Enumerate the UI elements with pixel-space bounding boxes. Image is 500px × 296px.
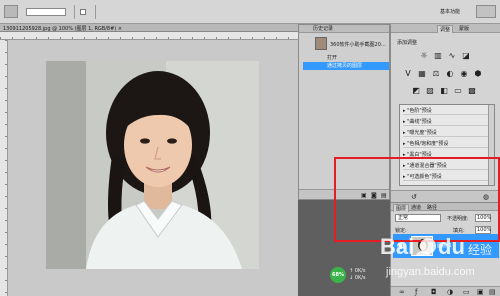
preset-label: "曝光度"预设: [407, 130, 437, 136]
workspace-switcher[interactable]: [476, 5, 496, 18]
tab-adjustments[interactable]: 调整: [437, 25, 454, 33]
selective-color-icon[interactable]: ▩: [467, 86, 477, 96]
posterize-icon[interactable]: ▨: [425, 86, 435, 96]
download-value: 0K/s: [354, 275, 366, 281]
annotation-highlight-box: [334, 157, 500, 242]
adjustments-tab-bar: 调整 蒙版: [391, 24, 500, 33]
tool-preset-picker[interactable]: [4, 5, 18, 18]
photo-filter-icon[interactable]: ◉: [459, 69, 469, 79]
horizontal-ruler[interactable]: [0, 32, 298, 40]
document-tab[interactable]: 130911205928.jpg @ 100% (图层 1, RGB/8#) ×: [0, 24, 298, 32]
download-speed: ↓ 0K/s: [349, 275, 366, 281]
vibrance-icon[interactable]: V: [403, 69, 413, 79]
preset-label: "色阶"预设: [407, 108, 432, 114]
history-snapshot[interactable]: 360软件小助手截图20...: [303, 36, 389, 52]
adjustment-icons-row-2: V ▦ ⚖ ◐ ◉ ⬢: [403, 69, 483, 81]
history-state-label: 打开: [327, 55, 338, 61]
separator: [95, 5, 96, 19]
svg-text:du: du: [438, 234, 465, 259]
adjustments-title: 添加调整: [397, 40, 418, 46]
preset-levels[interactable]: ▸ "色阶"预设: [403, 107, 489, 115]
preset-label: "曲线"预设: [407, 119, 432, 125]
baidu-logo: Bai du 经验: [380, 234, 492, 259]
exposure-icon[interactable]: ◪: [461, 51, 471, 61]
snapshot-label: 360软件小助手截图20...: [330, 42, 386, 48]
preset-exposure[interactable]: ▸ "曝光度"预设: [403, 129, 489, 137]
document-photo[interactable]: [46, 61, 259, 269]
vertical-ruler[interactable]: [0, 40, 8, 296]
watermark-url: jingyan.baidu.com: [386, 266, 475, 278]
levels-icon[interactable]: ▥: [433, 51, 443, 61]
gradient-map-icon[interactable]: ▭: [453, 86, 463, 96]
upload-value: 0K/s: [354, 268, 366, 274]
option-field[interactable]: [26, 8, 66, 16]
status-percent: 68%: [330, 267, 346, 283]
svg-text:经验: 经验: [468, 242, 492, 257]
adjustment-icons-row-1: ☼ ▥ ∿ ◪: [403, 51, 483, 63]
black-white-icon[interactable]: ◐: [445, 69, 455, 79]
portrait-image: [46, 61, 259, 269]
brightness-icon[interactable]: ☼: [419, 51, 429, 61]
tab-masks[interactable]: 蒙版: [457, 25, 471, 33]
preset-curves[interactable]: ▸ "曲线"预设: [403, 118, 489, 126]
upload-speed: ↑ 0K/s: [349, 268, 366, 274]
document-title: 130911205928.jpg @ 100% (图层 1, RGB/8#) ×: [3, 26, 123, 32]
channel-mixer-icon[interactable]: ⬢: [473, 69, 483, 79]
hue-saturation-icon[interactable]: ▦: [417, 69, 427, 79]
preset-hue-saturation[interactable]: ▸ "色相/饱和度"预设: [403, 140, 489, 148]
invert-icon[interactable]: ◩: [411, 86, 421, 96]
adjustment-icons-row-3: ◩ ▨ ◧ ▭ ▩: [403, 86, 483, 98]
separator: [74, 5, 75, 19]
svg-text:Bai: Bai: [380, 234, 414, 259]
history-state-label: 通过拷贝的图层: [327, 63, 363, 69]
history-state-open[interactable]: 打开: [303, 54, 389, 62]
history-state-layer-via-copy[interactable]: 通过拷贝的图层: [303, 62, 389, 70]
threshold-icon[interactable]: ◧: [439, 86, 449, 96]
color-balance-icon[interactable]: ⚖: [431, 69, 441, 79]
workspace-label[interactable]: 基本功能: [440, 8, 460, 15]
watermark: Bai du 经验 jingyan.baidu.com: [372, 232, 500, 296]
preset-label: "色相/饱和度"预设: [407, 141, 449, 147]
option-checkbox[interactable]: [80, 9, 86, 15]
options-bar: 基本功能: [0, 0, 500, 24]
curves-icon[interactable]: ∿: [447, 51, 457, 61]
history-panel-title[interactable]: 历史记录: [299, 25, 389, 33]
snapshot-thumbnail: [315, 37, 327, 50]
